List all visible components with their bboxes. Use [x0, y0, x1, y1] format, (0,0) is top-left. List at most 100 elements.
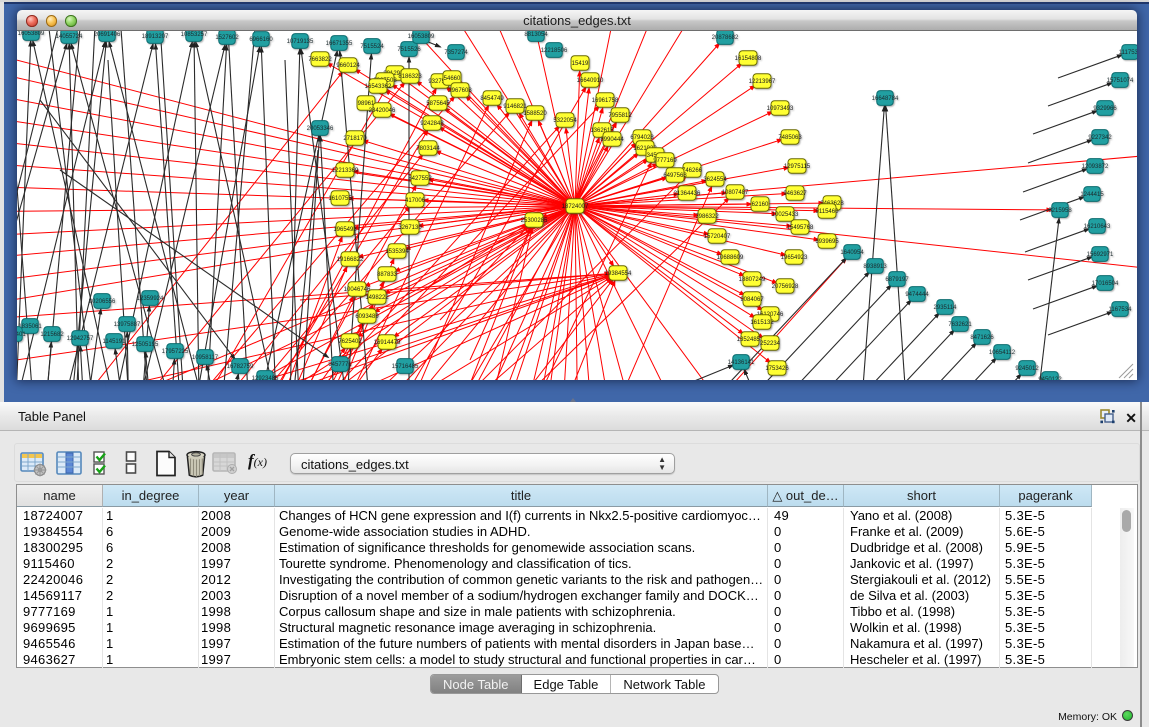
svg-text:10719135: 10719135: [287, 39, 314, 45]
svg-text:98961: 98961: [358, 101, 375, 107]
svg-text:10025433: 10025433: [772, 212, 799, 218]
svg-text:13975887: 13975887: [114, 322, 141, 328]
svg-text:16671355: 16671355: [326, 41, 353, 47]
svg-text:16640910: 16640910: [577, 78, 604, 84]
svg-text:20691406: 20691406: [94, 32, 121, 38]
svg-text:1215682: 1215682: [40, 332, 64, 338]
svg-text:1535394: 1535394: [385, 249, 409, 255]
svg-text:54660: 54660: [444, 76, 461, 82]
svg-text:21364436: 21364436: [674, 191, 701, 197]
svg-text:8471626: 8471626: [970, 335, 994, 341]
svg-text:6879197: 6879197: [885, 277, 909, 283]
svg-text:1965493: 1965493: [333, 227, 357, 233]
svg-text:7625402: 7625402: [338, 339, 362, 345]
svg-text:1640954: 1640954: [840, 250, 864, 256]
svg-text:8454749: 8454749: [480, 96, 504, 102]
svg-text:887833: 887833: [377, 272, 398, 278]
svg-text:9450122: 9450122: [1038, 377, 1062, 380]
svg-text:9084067: 9084067: [740, 297, 764, 303]
svg-text:7986322: 7986322: [695, 214, 719, 220]
svg-text:14055724: 14055724: [56, 34, 83, 40]
svg-text:7955812: 7955812: [608, 113, 632, 119]
svg-text:7663822: 7663822: [308, 57, 332, 63]
svg-text:16053809: 16053809: [18, 31, 45, 37]
svg-text:14136141: 14136141: [728, 360, 755, 366]
svg-text:18913207: 18913207: [142, 34, 169, 40]
svg-text:1167534: 1167534: [1109, 307, 1133, 313]
svg-text:6497568: 6497568: [663, 173, 687, 179]
svg-text:7357274: 7357274: [444, 50, 468, 56]
svg-text:16543362: 16543362: [365, 84, 392, 90]
svg-text:10654112: 10654112: [989, 350, 1016, 356]
svg-text:19654923: 19654923: [781, 255, 808, 261]
svg-text:1527602: 1527602: [215, 35, 239, 41]
svg-text:2935114: 2935114: [934, 305, 958, 311]
svg-text:16648784: 16648784: [872, 96, 899, 102]
svg-text:6966160: 6966160: [249, 37, 273, 43]
svg-text:8215958: 8215958: [1048, 208, 1072, 214]
svg-text:16914479: 16914479: [374, 340, 401, 346]
svg-text:62160: 62160: [752, 202, 769, 208]
svg-text:12505195: 12505195: [132, 342, 159, 348]
svg-text:20206556: 20206556: [89, 299, 116, 305]
svg-text:417006: 417006: [405, 198, 426, 204]
svg-text:16961758: 16961758: [592, 98, 619, 104]
svg-text:8990444: 8990444: [600, 137, 624, 143]
svg-text:5875645: 5875645: [426, 101, 450, 107]
svg-text:18724007: 18724007: [562, 204, 589, 210]
svg-text:1610755: 1610755: [328, 196, 352, 202]
svg-text:12942757: 12942757: [67, 336, 94, 342]
svg-text:15419: 15419: [572, 61, 589, 67]
svg-text:1145191: 1145191: [103, 339, 127, 345]
svg-text:10973493: 10973493: [767, 106, 794, 112]
svg-text:9245012: 9245012: [1015, 366, 1039, 372]
svg-text:1753426: 1753426: [765, 366, 789, 372]
svg-text:2718170: 2718170: [343, 136, 367, 142]
svg-text:7485063: 7485063: [778, 135, 802, 141]
svg-text:15495768: 15495768: [787, 225, 814, 231]
svg-text:7632621: 7632621: [948, 322, 972, 328]
svg-text:3624554: 3624554: [703, 177, 727, 183]
svg-text:1588520: 1588520: [523, 111, 547, 117]
svg-text:9457771: 9457771: [328, 362, 352, 368]
svg-text:19384554: 19384554: [605, 271, 632, 277]
svg-text:15692971: 15692971: [1087, 252, 1114, 258]
svg-text:2967608: 2967608: [448, 88, 472, 94]
svg-text:18807249: 18807249: [739, 277, 766, 283]
svg-text:9660124: 9660124: [336, 63, 360, 69]
svg-text:10807487: 10807487: [722, 190, 749, 196]
svg-text:20756928: 20756928: [772, 284, 799, 290]
svg-text:12975115: 12975115: [784, 164, 811, 170]
svg-text:12218506: 12218506: [541, 48, 568, 54]
svg-text:9329966: 9329966: [1093, 106, 1117, 112]
svg-text:9146821: 9146821: [503, 104, 527, 110]
svg-text:10688609: 10688609: [717, 255, 744, 261]
svg-text:6093489: 6093489: [355, 314, 379, 320]
svg-text:9463627: 9463627: [783, 191, 807, 197]
svg-text:252234: 252234: [760, 341, 781, 347]
svg-text:9115460: 9115460: [816, 209, 840, 215]
svg-text:9474444: 9474444: [905, 292, 929, 298]
svg-text:17957225: 17957225: [162, 349, 189, 355]
svg-text:16210643: 16210643: [1084, 224, 1111, 230]
svg-text:6939695: 6939695: [815, 239, 839, 245]
svg-text:1244415: 1244415: [1080, 192, 1104, 198]
svg-text:19166822: 19166822: [337, 257, 364, 263]
svg-text:9242848: 9242848: [420, 121, 444, 127]
svg-text:8813054: 8813054: [524, 32, 548, 38]
svg-text:1615132: 1615132: [750, 320, 774, 326]
svg-text:15751074: 15751074: [1107, 78, 1134, 84]
svg-text:7803144: 7803144: [416, 146, 440, 152]
svg-text:7515526: 7515526: [397, 47, 421, 53]
svg-text:17016504: 17016504: [1092, 281, 1119, 287]
svg-text:5322054: 5322054: [553, 118, 577, 124]
svg-text:12359924: 12359924: [137, 296, 164, 302]
svg-text:8186323: 8186323: [398, 74, 422, 80]
svg-text:10958117: 10958117: [192, 355, 219, 361]
svg-text:20053346: 20053346: [307, 126, 334, 132]
svg-text:8938913: 8938913: [863, 264, 887, 270]
svg-text:10853257: 10853257: [181, 32, 208, 38]
svg-text:9777169: 9777169: [653, 158, 677, 164]
svg-text:12213369: 12213369: [332, 168, 359, 174]
svg-text:12213967: 12213967: [749, 79, 776, 85]
